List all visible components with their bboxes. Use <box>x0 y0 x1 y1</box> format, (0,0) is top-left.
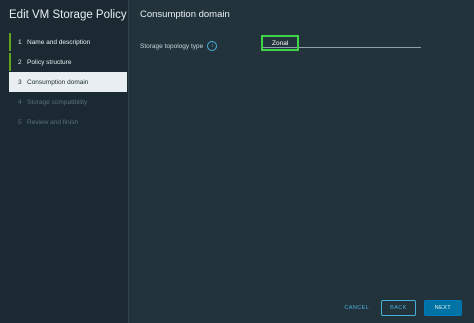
step-status-bar <box>9 33 11 51</box>
page-title: Consumption domain <box>140 9 230 20</box>
step-status-bar <box>9 73 11 91</box>
wizard-sidebar: Edit VM Storage Policy 1 Name and descri… <box>0 0 128 323</box>
step-storage-compatibility: 4 Storage compatibility <box>9 92 127 112</box>
cancel-button[interactable]: CANCEL <box>340 305 373 311</box>
step-consumption-domain[interactable]: 3 Consumption domain <box>9 72 127 92</box>
step-label: Consumption domain <box>27 78 89 86</box>
select-value: Zonal <box>272 39 289 47</box>
step-label: Storage compatibility <box>27 98 88 106</box>
step-number: 3 <box>18 78 22 86</box>
step-number: 4 <box>18 98 22 106</box>
storage-topology-select[interactable]: Zonal <box>261 35 299 51</box>
step-number: 2 <box>18 58 22 66</box>
step-label: Review and finish <box>27 118 78 126</box>
step-label: Policy structure <box>27 58 72 66</box>
step-label: Name and description <box>27 38 91 46</box>
step-number: 5 <box>18 118 22 126</box>
wizard-title: Edit VM Storage Policy <box>9 9 127 21</box>
storage-topology-label: Storage topology type i <box>140 41 218 51</box>
step-number: 1 <box>18 38 22 46</box>
step-name-and-description[interactable]: 1 Name and description <box>9 32 127 52</box>
back-button[interactable]: BACK <box>381 300 416 316</box>
info-circle-icon[interactable]: i <box>207 41 218 51</box>
field-label-text: Storage topology type <box>140 42 204 50</box>
step-review-and-finish: 5 Review and finish <box>9 112 127 132</box>
wizard-steps: 1 Name and description 2 Policy structur… <box>9 32 127 132</box>
step-status-bar <box>9 53 11 71</box>
wizard-main-panel: Consumption domain Storage topology type… <box>128 0 474 323</box>
wizard-footer: CANCEL BACK NEXT <box>340 300 462 316</box>
next-button[interactable]: NEXT <box>423 300 462 316</box>
wizard-dialog: Edit VM Storage Policy 1 Name and descri… <box>0 0 474 323</box>
step-policy-structure[interactable]: 2 Policy structure <box>9 52 127 72</box>
